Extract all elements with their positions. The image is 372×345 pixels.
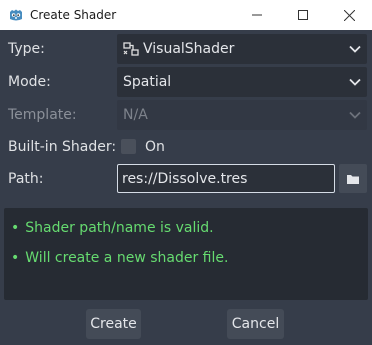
template-label: Template: [8, 107, 77, 123]
close-button[interactable] [326, 0, 372, 30]
title-bar: Create Shader [0, 0, 372, 30]
path-input[interactable]: res://Dissolve.tres [117, 164, 335, 193]
path-label: Path: [8, 171, 44, 187]
folder-icon [347, 174, 359, 184]
status-line-valid: • Shader path/name is valid. [11, 219, 214, 237]
chevron-down-icon [349, 78, 361, 86]
godot-logo-icon [8, 7, 24, 23]
cancel-button[interactable]: Cancel [227, 309, 284, 339]
mode-select[interactable]: Spatial [117, 67, 367, 97]
builtin-shader-checkbox[interactable] [121, 139, 136, 154]
minimize-icon [252, 14, 262, 16]
minimize-button[interactable] [234, 0, 280, 30]
mode-value: Spatial [123, 74, 172, 90]
type-select[interactable]: VisualShader [117, 34, 367, 64]
visual-shader-icon [123, 41, 139, 57]
close-icon [343, 9, 355, 21]
builtin-shader-on-label[interactable]: On [145, 138, 165, 156]
mode-label: Mode: [8, 74, 51, 90]
status-text: Will create a new shader file. [25, 250, 229, 266]
builtin-shader-label: Built-in Shader: [8, 139, 117, 155]
status-line-new-file: • Will create a new shader file. [11, 249, 228, 267]
maximize-icon [298, 10, 308, 20]
chevron-down-icon [349, 111, 361, 119]
window-title: Create Shader [30, 8, 117, 22]
template-value: N/A [123, 107, 148, 123]
template-select: N/A [117, 100, 367, 130]
status-panel: • Shader path/name is valid. • Will create… [4, 208, 368, 300]
create-shader-dialog: Create Shader Type: VisualShader Mode: S… [0, 0, 372, 345]
create-button[interactable]: Create [86, 309, 141, 339]
type-value: VisualShader [143, 41, 235, 57]
path-value: res://Dissolve.tres [122, 171, 248, 187]
maximize-button[interactable] [280, 0, 326, 30]
status-text: Shader path/name is valid. [25, 220, 214, 236]
status-bullet: • [11, 220, 20, 236]
type-label: Type: [8, 41, 45, 57]
chevron-down-icon [349, 45, 361, 53]
status-bullet: • [11, 250, 20, 266]
browse-path-button[interactable] [339, 164, 367, 193]
